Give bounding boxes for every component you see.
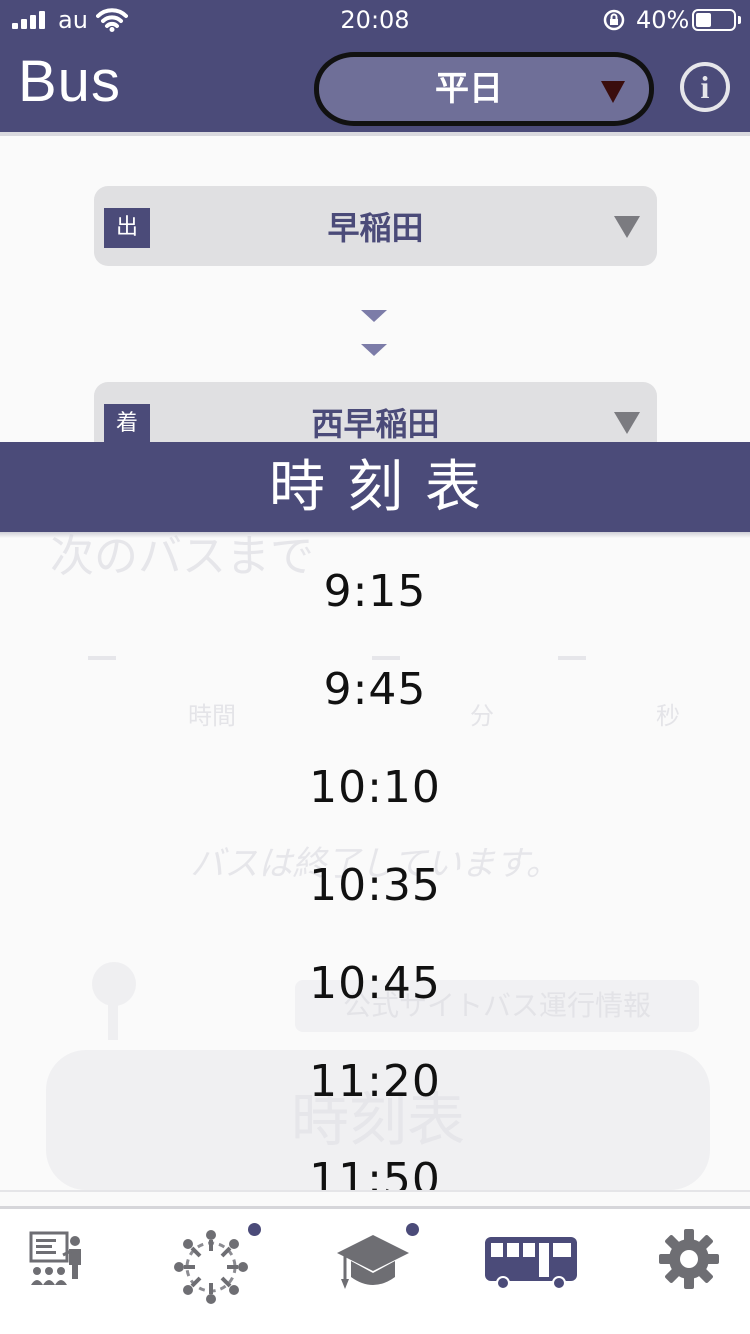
nav-divider	[0, 132, 750, 136]
timetable-title: 時刻表	[0, 442, 750, 532]
gear-icon	[659, 1229, 719, 1289]
tab-settings[interactable]	[634, 1227, 744, 1317]
lecture-icon	[29, 1231, 81, 1285]
community-icon	[174, 1230, 248, 1304]
tab-bus[interactable]	[476, 1233, 586, 1323]
tab-community[interactable]	[156, 1227, 266, 1317]
nav-bar: Bus 平日 i	[0, 40, 750, 132]
tab-community-badge	[248, 1223, 261, 1236]
tab-lecture[interactable]	[2, 1227, 112, 1317]
time-row: 11:20	[309, 1056, 441, 1107]
status-bar: au 20:08 40%	[0, 0, 750, 40]
bus-icon	[485, 1237, 577, 1290]
battery-percent: 40%	[636, 6, 690, 34]
time-row: 10:10	[309, 762, 441, 813]
timetable-list[interactable]: 9:15 9:45 10:10 10:35 10:45 11:20 11:50	[0, 538, 750, 1192]
time-row: 10:45	[309, 958, 441, 1009]
orientation-lock-icon	[603, 9, 625, 31]
content-divider	[0, 1190, 750, 1192]
graduation-cap-icon	[337, 1235, 409, 1289]
departure-station-dropdown[interactable]: 出 早稲田	[94, 186, 657, 266]
direction-arrows-icon	[360, 310, 390, 360]
app-title: Bus	[18, 49, 121, 114]
departure-station-name: 早稲田	[327, 209, 424, 247]
info-button[interactable]: i	[680, 62, 730, 112]
tab-education-badge	[406, 1223, 419, 1236]
time-row: 9:15	[323, 566, 427, 617]
caret-down-icon	[601, 81, 625, 103]
battery-icon	[692, 9, 736, 31]
time-row: 9:45	[323, 664, 427, 715]
time-row: 11:50	[309, 1154, 441, 1192]
day-type-dropdown[interactable]: 平日	[314, 52, 654, 126]
time-row: 10:35	[309, 860, 441, 911]
tab-education[interactable]	[318, 1227, 428, 1317]
info-icon: i	[700, 69, 710, 105]
caret-down-icon	[614, 412, 640, 434]
day-type-label: 平日	[435, 69, 503, 109]
battery-tip	[738, 16, 741, 24]
tab-bar	[0, 1206, 750, 1334]
caret-down-icon	[614, 216, 640, 238]
